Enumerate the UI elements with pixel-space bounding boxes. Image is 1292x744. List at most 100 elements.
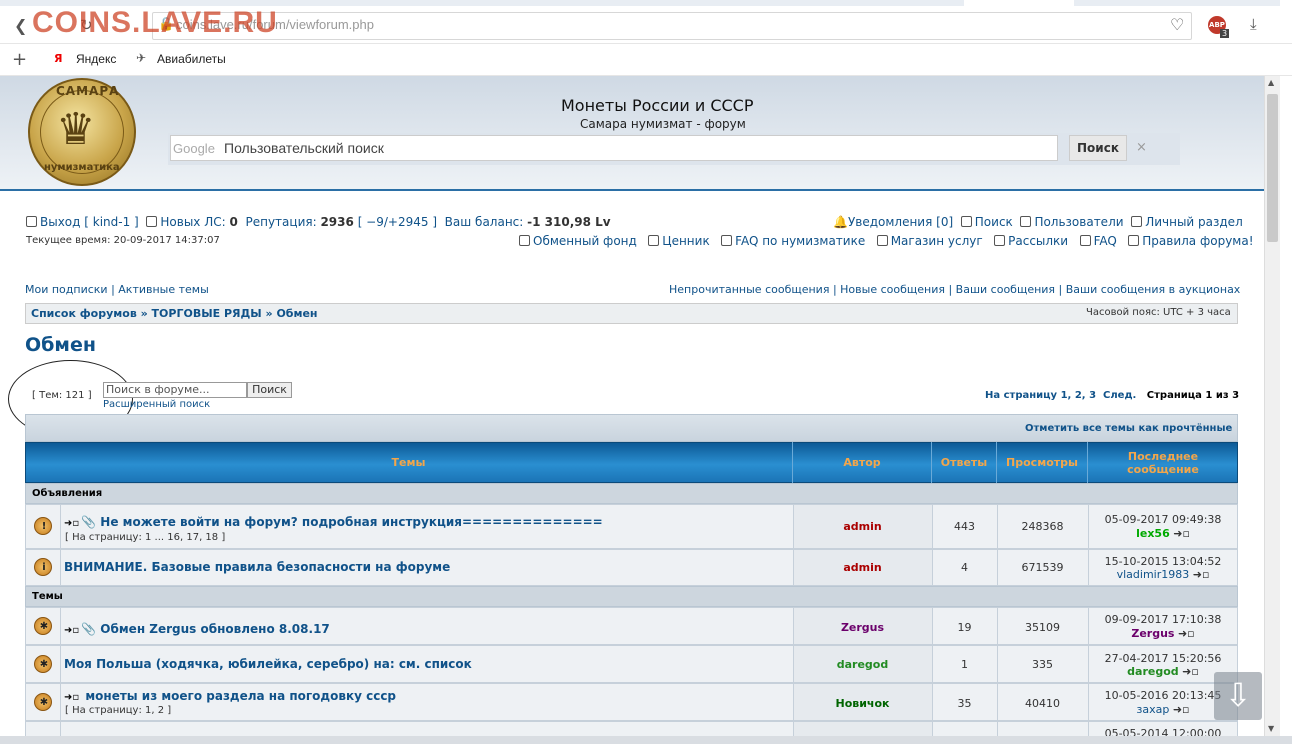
topic-title-text[interactable]: монеты из моего раздела на погодовку ссс… [85,689,396,703]
last-post-user[interactable]: vladimir1983 ➜▫ [1088,568,1238,581]
topic-title[interactable]: Моя Польша (ходячка, юбилейка, серебро) … [64,657,472,671]
add-tab-icon[interactable]: + [12,49,27,70]
nav-faq-link[interactable]: FAQ [1094,234,1117,248]
new-post-icon: ➜▫ [64,625,80,636]
crumb-forum-index[interactable]: Список форумов [31,307,137,320]
nav-faq-num-link[interactable]: FAQ по нумизматике [735,234,865,248]
bookmark-aviatickets[interactable]: Авиабилеты [157,52,226,66]
topic-read-icon: ✱ [34,655,52,673]
page-2[interactable]: 2 [1075,390,1082,401]
rep-link[interactable]: Репутация: [245,215,316,229]
topic-pages[interactable]: [ На страницу: 1 ... 16, 17, 18 ] [65,532,225,543]
breadcrumb-items: Список форумов » ТОРГОВЫЕ РЯДЫ » Обмен [31,307,318,320]
topic-title[interactable]: ➜▫ монеты из моего раздела на погодовку … [64,689,396,703]
last-user[interactable]: daregod [1127,665,1179,678]
page-3[interactable]: 3 [1089,390,1096,401]
google-search-button[interactable]: Поиск [1069,135,1127,161]
notifications-link[interactable]: Уведомления [0] [848,215,953,229]
col-topics: Темы [25,442,793,483]
last-user[interactable]: vladimir1983 [1117,568,1190,581]
bookmark-yandex[interactable]: Яндекс [76,52,116,66]
heart-icon[interactable]: ♡ [1170,15,1184,34]
last-user[interactable]: lex56 [1136,527,1170,540]
crumb-trade-rows[interactable]: ТОРГОВЫЕ РЯДЫ [152,307,262,320]
topic-author[interactable]: Zergus [793,621,932,634]
topic-title-text[interactable]: Обмен Zergus обновлено 8.08.17 [100,622,329,636]
nav-price-link[interactable]: Ценник [662,234,709,248]
last-post-user[interactable]: lex56 ➜▫ [1088,527,1238,540]
your-posts-link[interactable]: Ваши сообщения [956,283,1055,296]
topic-views: 671539 [1021,561,1064,574]
new-post-icon: ➜▫ [64,692,80,703]
nav-shop-link[interactable]: Магазин услуг [891,234,983,248]
topic-title[interactable]: ВНИМАНИЕ. Базовые правила безопасности н… [64,560,450,574]
nav-exchange-link[interactable]: Обменный фонд [533,234,637,248]
topic-replies: 19 [957,621,972,634]
goto-last-icon[interactable]: ➜▫ [1173,527,1190,540]
last-user[interactable]: захар [1137,703,1170,716]
download-icon[interactable]: ⤓ [1250,15,1257,33]
announcement-icon: ! [34,517,52,535]
topic-title-text[interactable]: Не можете войти на форум? подробная инст… [100,515,602,529]
topic-author[interactable]: daregod [793,658,932,671]
nav-search-link[interactable]: Поиск [975,215,1013,229]
topic-count: [ Тем: 121 ] [32,390,92,401]
nav-users-link[interactable]: Пользователи [1034,215,1123,229]
logout-link[interactable]: Выход [ kind-1 ] [40,215,139,229]
adblock-badge: 3 [1220,29,1230,38]
subnav-left: Мои подписки | Активные темы [25,283,209,296]
goto-last-icon[interactable]: ➜▫ [1173,703,1190,716]
nav-profile-link[interactable]: Личный раздел [1145,215,1243,229]
watermark: COINS.LAVE.RU [32,6,278,39]
subscriptions-link[interactable]: Мои подписки [25,283,108,296]
scroll-down-arrow[interactable]: ▼ [1268,724,1274,733]
shop-icon [876,235,888,246]
topic-views: 335 [1032,658,1053,671]
last-post-user[interactable]: Zergus ➜▫ [1088,627,1238,640]
next-page-link[interactable]: След. [1103,390,1136,401]
mark-all-read-link[interactable]: Отметить все темы как прочтённые [1025,423,1232,434]
last-post-date: 27-04-2017 15:20:56 [1104,652,1222,665]
last-user[interactable]: Zergus [1131,627,1174,640]
your-auction-posts-link[interactable]: Ваши сообщения в аукционах [1066,283,1241,296]
unread-link[interactable]: Непрочитанные сообщения [669,283,829,296]
new-posts-link[interactable]: Новые сообщения [840,283,945,296]
nav-rules-link[interactable]: Правила форума! [1142,234,1253,248]
taskbar [0,736,1292,744]
rep-detail[interactable]: [ −9/+2945 ] [358,215,437,229]
clear-icon[interactable]: × [1136,140,1147,155]
topic-read-icon: ✱ [34,617,52,635]
forum-search-input[interactable]: Поиск в форуме... [103,382,247,398]
nav-mail-link[interactable]: Рассылки [1008,234,1068,248]
pm-link[interactable]: Новых ЛС: [160,215,225,229]
topic-author[interactable]: admin [793,561,932,574]
scrollbar-thumb[interactable] [1267,94,1278,242]
page-1[interactable]: 1 [1061,390,1068,401]
forum-title[interactable]: Обмен [25,334,96,356]
topic-author[interactable]: Новичок [793,697,932,710]
tab-strip-right [1074,0,1280,6]
scroll-up-arrow[interactable]: ▲ [1268,78,1274,87]
advanced-search-link[interactable]: Расширенный поиск [103,399,210,410]
logo-text-bottom: нумизматика [44,162,120,173]
forum-search-button[interactable]: Поиск [247,382,292,398]
attachment-icon: 📎 [81,515,97,529]
back-icon[interactable]: ❮ [14,16,27,35]
topic-title[interactable]: ➜▫ 📎 Обмен Zergus обновлено 8.08.17 [64,622,330,636]
topic-views: 40410 [1025,697,1060,710]
exchange-icon [519,235,530,246]
goto-last-icon[interactable]: ➜▫ [1182,665,1199,678]
topic-title[interactable]: ➜▫ 📎 Не можете войти на форум? подробная … [64,515,603,529]
scroll-down-button[interactable]: ⇩ [1214,672,1262,720]
active-topics-link[interactable]: Активные темы [118,283,209,296]
crumb-exchange[interactable]: Обмен [276,307,317,320]
topic-replies: 1 [961,658,968,671]
current-time: Текущее время: 20-09-2017 14:37:07 [26,235,220,246]
row-divider [60,608,61,644]
balance-label[interactable]: Ваш баланс: [445,215,524,229]
goto-last-icon[interactable]: ➜▫ [1178,627,1195,640]
site-logo[interactable]: САМАРА ♛ нумизматика [28,78,136,186]
goto-last-icon[interactable]: ➜▫ [1193,568,1210,581]
topic-pages[interactable]: [ На страницу: 1, 2 ] [65,705,171,716]
topic-author[interactable]: admin [793,520,932,533]
